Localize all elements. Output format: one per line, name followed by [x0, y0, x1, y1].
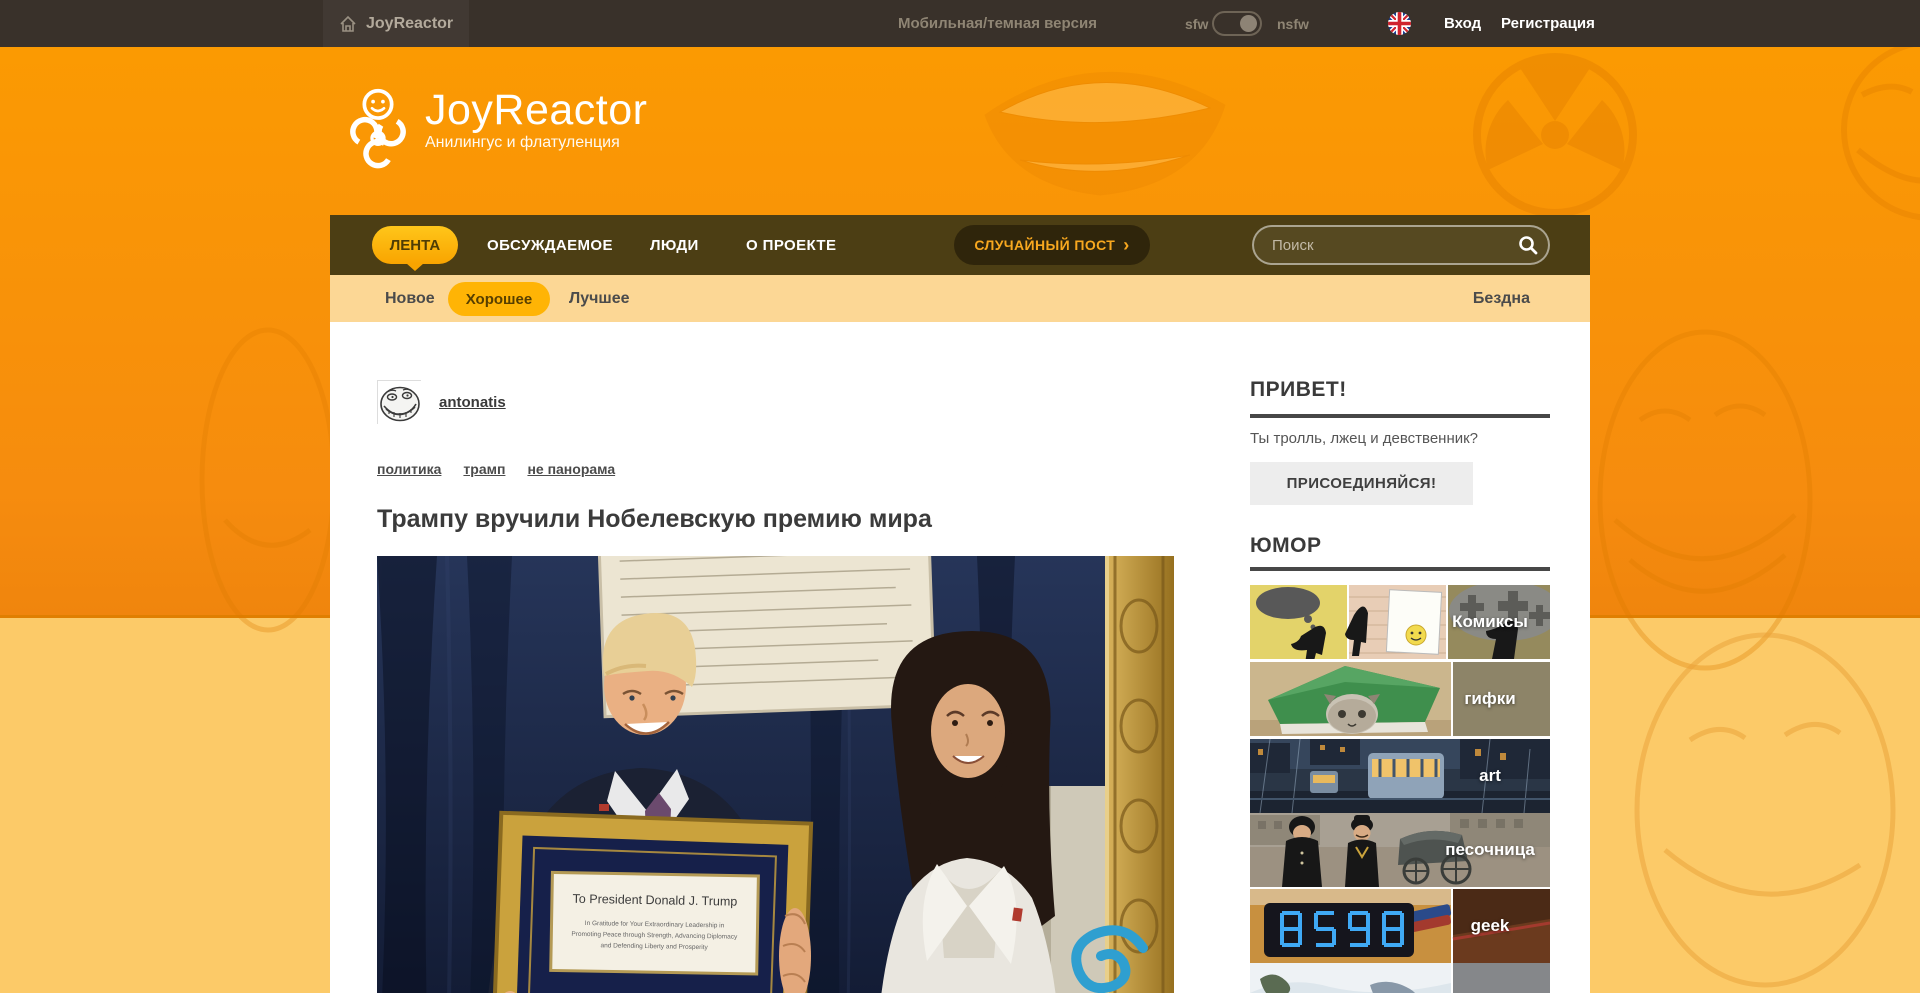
filter-best[interactable]: Лучшее: [569, 275, 630, 322]
home-icon: [339, 15, 357, 33]
nsfw-label: nsfw: [1277, 0, 1309, 47]
humor-category-gifs[interactable]: гифки: [1250, 662, 1550, 736]
main-navigation: ЛЕНТА ОБСУЖДАЕМОЕ ЛЮДИ О ПРОЕКТЕ СЛУЧАЙН…: [330, 215, 1590, 275]
logo-tagline: Анилингус и флатуленция: [425, 134, 647, 152]
topbar-home-button[interactable]: JoyReactor: [323, 0, 469, 47]
sfw-label: sfw: [1185, 0, 1208, 47]
toggle-knob: [1240, 15, 1257, 32]
post-author-link[interactable]: antonatis: [439, 394, 506, 411]
nav-tab-discussed[interactable]: ОБСУЖДАЕМОЕ: [487, 215, 613, 275]
post-tags: политика трамп не панорама: [377, 461, 615, 477]
humor-category-geek[interactable]: geek: [1250, 889, 1550, 963]
divider: [1250, 567, 1550, 571]
humor-category-art[interactable]: art: [1250, 739, 1550, 813]
mobile-dark-version-link[interactable]: Мобильная/темная версия: [898, 0, 1097, 47]
site-logo[interactable]: JoyReactor Анилингус и флатуленция: [345, 88, 647, 170]
tag-trump[interactable]: трамп: [463, 461, 505, 477]
join-button[interactable]: ПРИСОЕДИНЯЙСЯ!: [1250, 462, 1473, 505]
search-input[interactable]: [1254, 237, 1508, 254]
feed-filter-bar: Новое Хорошее Лучшее Бездна: [330, 275, 1590, 322]
random-post-label: СЛУЧАЙНЫЙ ПОСТ: [974, 237, 1115, 253]
tag-not-panorama[interactable]: не панорама: [527, 461, 615, 477]
login-link[interactable]: Вход: [1444, 0, 1481, 47]
sidebar-greeting-title: ПРИВЕТ!: [1250, 378, 1347, 402]
humor-label-art: art: [1434, 739, 1546, 813]
sidebar-greeting-text: Ты тролль, лжец и девственник?: [1250, 430, 1478, 447]
humor-category-partial[interactable]: [1250, 963, 1550, 993]
bottom-right-face-doodle: [1637, 635, 1893, 985]
sfw-nsfw-toggle[interactable]: [1212, 11, 1262, 36]
search-button[interactable]: [1508, 225, 1548, 265]
chevron-right-icon: ›: [1123, 235, 1129, 256]
search-box: [1252, 225, 1550, 265]
humor-category-sandbox[interactable]: песочница: [1250, 813, 1550, 887]
humor-label-geek: geek: [1434, 889, 1546, 963]
post-header: antonatis: [377, 380, 506, 424]
humor-category-comics[interactable]: Комиксы: [1250, 585, 1550, 659]
logo-title: JoyReactor: [425, 88, 647, 132]
tag-politics[interactable]: политика: [377, 461, 441, 477]
filter-new[interactable]: Новое: [385, 275, 435, 322]
filter-abyss[interactable]: Бездна: [1473, 275, 1530, 322]
user-avatar-trollface[interactable]: [377, 380, 421, 424]
register-link[interactable]: Регистрация: [1501, 0, 1595, 47]
search-icon: [1518, 235, 1538, 255]
divider: [1250, 414, 1550, 418]
filter-good-active[interactable]: Хорошее: [448, 282, 550, 316]
content-area: antonatis политика трамп не панорама Тра…: [330, 322, 1590, 993]
random-post-button[interactable]: СЛУЧАЙНЫЙ ПОСТ ›: [954, 225, 1150, 265]
humor-label-partial: [1434, 963, 1546, 993]
certificate-title: To President Donald J. Trump: [573, 892, 738, 909]
post-photo-trump-nobel[interactable]: To President Donald J. Trump In Gratitud…: [377, 556, 1174, 993]
sidebar-humor-title: ЮМОР: [1250, 534, 1322, 558]
humor-label-sandbox: песочница: [1434, 813, 1546, 887]
topbar-home-label: JoyReactor: [366, 15, 453, 33]
nav-tab-people[interactable]: ЛЮДИ: [650, 215, 699, 275]
nav-tab-lenta[interactable]: ЛЕНТА: [372, 226, 458, 264]
photo-illustration: To President Donald J. Trump In Gratitud…: [377, 556, 1174, 993]
uk-flag-icon[interactable]: [1388, 12, 1411, 35]
top-bar: JoyReactor Мобильная/темная версия sfw n…: [0, 0, 1920, 47]
joyreactor-page: JoyReactor Мобильная/темная версия sfw n…: [0, 0, 1920, 993]
humor-label-comics: Комиксы: [1434, 585, 1546, 659]
nav-tab-about[interactable]: О ПРОЕКТЕ: [746, 215, 836, 275]
post-title: Трампу вручили Нобелевскую премию мира: [377, 505, 932, 534]
humor-label-gifs: гифки: [1434, 662, 1546, 736]
biohazard-smiley-icon: [345, 88, 411, 170]
